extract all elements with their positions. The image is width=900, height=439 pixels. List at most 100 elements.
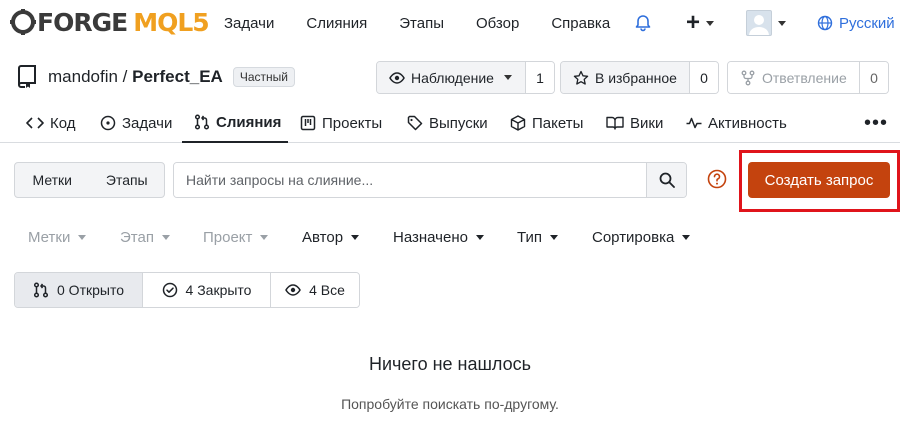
state-all-tab[interactable]: 4 Все [271, 273, 359, 307]
pull-request-icon [33, 282, 49, 298]
avatar [746, 10, 772, 36]
tab-pulls-label: Слияния [216, 113, 282, 131]
visibility-badge: Частный [232, 67, 295, 87]
chevron-down-icon [351, 234, 360, 240]
tab-releases[interactable]: Выпуски [407, 103, 488, 143]
chevron-down-icon [475, 234, 484, 240]
gear-logo-icon [10, 9, 36, 35]
state-open-label: 0 Открыто [57, 282, 124, 298]
user-icon [749, 15, 769, 35]
help-icon[interactable] [707, 169, 727, 189]
chevron-down-icon [161, 234, 170, 240]
star-count[interactable]: 0 [690, 62, 718, 93]
tab-issues[interactable]: Задачи [100, 103, 172, 143]
state-closed-tab[interactable]: 4 Закрыто [143, 273, 271, 307]
repo-name-link[interactable]: Perfect_EA [132, 67, 223, 87]
chevron-down-icon [778, 20, 786, 26]
filter-labels[interactable]: Метки [28, 222, 87, 252]
notifications-button[interactable] [634, 0, 652, 46]
star-button[interactable]: В избранное [561, 62, 690, 93]
top-navbar: FORGE MQL5 Задачи Слияния Этапы Обзор Сп… [0, 0, 900, 46]
tab-code[interactable]: Код [26, 103, 76, 143]
filter-assignee[interactable]: Назначено [393, 222, 484, 252]
search-input[interactable] [174, 163, 646, 197]
logo-text-forge: FORGE [37, 7, 128, 37]
filter-milestone[interactable]: Этап [120, 222, 170, 252]
globe-icon [817, 15, 833, 31]
filter-labels-label: Метки [28, 228, 71, 246]
create-pull-request-button[interactable]: Создать запрос [748, 162, 890, 198]
state-open-tab[interactable]: 0 Открыто [15, 273, 143, 307]
code-icon [26, 117, 44, 129]
filter-assignee-label: Назначено [393, 228, 468, 246]
tab-packages[interactable]: Пакеты [510, 103, 583, 143]
watch-button[interactable]: Наблюдение [377, 62, 526, 93]
create-new-menu[interactable]: + [686, 0, 715, 46]
chevron-down-icon [503, 75, 512, 80]
nav-pulls[interactable]: Слияния [306, 15, 367, 32]
pull-request-icon [194, 114, 210, 130]
tab-releases-label: Выпуски [429, 114, 488, 132]
tab-projects-label: Проекты [322, 114, 383, 132]
nav-explore[interactable]: Обзор [476, 15, 519, 32]
empty-state-subtitle: Попробуйте поискать по-другому. [341, 396, 559, 412]
repo-icon [18, 65, 36, 88]
bell-icon [635, 15, 651, 32]
plus-icon: + [686, 9, 701, 36]
package-icon [510, 115, 526, 131]
create-button-highlight: Создать запрос [739, 150, 900, 212]
eye-icon [285, 284, 301, 296]
tab-activity[interactable]: Активность [686, 103, 787, 143]
tab-code-label: Код [50, 114, 76, 132]
fork-button-group: Ответвление 0 [727, 61, 889, 94]
filter-project[interactable]: Проект [203, 222, 269, 252]
milestones-button[interactable]: Этапы [90, 163, 165, 197]
filter-author-label: Автор [302, 228, 344, 246]
state-closed-label: 4 Закрыто [185, 282, 252, 298]
more-tabs-button[interactable]: ••• [864, 103, 888, 143]
fork-icon [741, 70, 755, 85]
filter-type[interactable]: Тип [517, 222, 559, 252]
repo-title: mandofin / Perfect_EA Частный [16, 62, 295, 92]
tab-activity-label: Активность [708, 114, 787, 132]
filter-milestone-label: Этап [120, 228, 154, 246]
search-bar [173, 162, 687, 198]
forge-mql5-logo[interactable]: FORGE MQL5 [10, 6, 210, 38]
tab-issues-label: Задачи [122, 114, 173, 132]
repo-owner-link[interactable]: mandofin [48, 67, 118, 87]
repo-tabs: Код Задачи Слияния Проекты Выпуски Пакет… [0, 103, 900, 143]
nav-issues[interactable]: Задачи [224, 15, 274, 32]
nav-help[interactable]: Справка [551, 15, 610, 32]
chevron-down-icon [682, 234, 691, 240]
labels-milestones-group: Метки Этапы [14, 162, 165, 198]
chevron-down-icon [706, 20, 715, 26]
search-button[interactable] [646, 163, 686, 197]
tab-projects[interactable]: Проекты [300, 103, 382, 143]
fork-count[interactable]: 0 [860, 62, 888, 93]
book-icon [606, 116, 624, 130]
chevron-down-icon [550, 234, 559, 240]
filter-bar: Метки Этап Проект Автор Назначено Тип Со… [0, 222, 900, 252]
filter-type-label: Тип [517, 228, 543, 246]
tab-pulls[interactable]: Слияния [182, 103, 288, 143]
user-menu[interactable] [746, 0, 786, 46]
tab-packages-label: Пакеты [532, 114, 584, 132]
watch-button-group: Наблюдение 1 [376, 61, 555, 94]
filter-author[interactable]: Автор [302, 222, 360, 252]
star-button-group: В избранное 0 [560, 61, 719, 94]
filter-project-label: Проект [203, 228, 253, 246]
chevron-down-icon [78, 234, 87, 240]
watch-count[interactable]: 1 [526, 62, 554, 93]
tab-wiki-label: Вики [630, 114, 664, 132]
labels-button[interactable]: Метки [15, 163, 90, 197]
tab-wiki[interactable]: Вики [606, 103, 663, 143]
fork-button[interactable]: Ответвление [728, 62, 860, 93]
filter-sort[interactable]: Сортировка [592, 222, 691, 252]
tag-icon [407, 115, 423, 131]
nav-milestones[interactable]: Этапы [399, 15, 444, 32]
language-label: Русский [839, 14, 895, 32]
empty-state-title: Ничего не нашлось [368, 354, 532, 374]
language-selector[interactable]: Русский [817, 0, 895, 46]
repo-path-separator: / [117, 67, 133, 86]
search-icon [659, 172, 675, 188]
